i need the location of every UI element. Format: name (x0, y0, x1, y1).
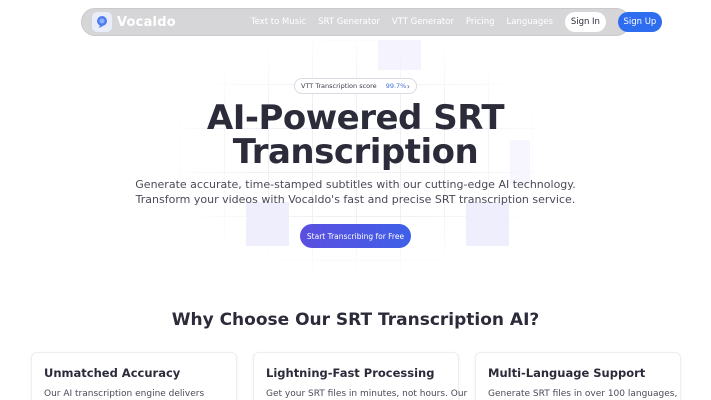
top-navbar: Vocaldo Text to Music SRT Generator VTT … (81, 8, 662, 36)
feature-card-text: Our AI transcription engine delivers (44, 389, 205, 399)
hero-subtitle: Generate accurate, time-stamped subtitle… (0, 178, 711, 207)
why-section-title: Why Choose Our SRT Transcription AI? (171, 310, 540, 330)
feature-card-text: Get your SRT files in minutes, not hours… (266, 389, 468, 399)
feature-card-speed: Lightning-Fast Processing Get your SRT f… (253, 352, 468, 400)
nav-link-vtt-generator[interactable]: VTT Generator (392, 17, 454, 27)
sign-in-button[interactable]: Sign In (564, 12, 606, 32)
nav-links: Text to Music SRT Generator VTT Generato… (251, 17, 565, 27)
hero-title: AI-Powered SRT Transcription (0, 101, 711, 169)
logo-icon (92, 12, 112, 32)
feature-card-text: Generate SRT files in over 100 languages… (488, 389, 678, 399)
grid-highlight-cell (378, 40, 421, 70)
start-transcribing-button[interactable]: Start Transcribing for Free (300, 224, 411, 248)
transcription-score-badge[interactable]: VTT Transcription score 99.7% › (294, 78, 417, 94)
hero-subtitle-line-2: Transform your videos with Vocaldo's fas… (135, 192, 576, 206)
hero-title-line-2: Transcription (232, 132, 479, 172)
hero-title-line-1: AI-Powered SRT (206, 98, 505, 138)
feature-card-accuracy: Unmatched Accuracy Our AI transcription … (31, 352, 237, 400)
nav-link-pricing[interactable]: Pricing (466, 17, 495, 27)
nav-link-languages[interactable]: Languages (507, 17, 553, 27)
sign-up-button[interactable]: Sign Up (617, 12, 662, 32)
feature-card-languages: Multi-Language Support Generate SRT file… (475, 352, 681, 400)
feature-card-title: Lightning-Fast Processing (266, 366, 435, 380)
nav-link-srt-generator[interactable]: SRT Generator (318, 17, 380, 27)
nav-link-text-to-music[interactable]: Text to Music (251, 17, 306, 27)
nav-auth-buttons: Sign In Sign Up (564, 12, 662, 32)
brand-name: Vocaldo (117, 14, 176, 30)
badge-score: 99.7% (385, 82, 407, 90)
grid-highlight-cell (466, 202, 509, 246)
badge-label: VTT Transcription score (301, 82, 377, 90)
feature-card-title: Multi-Language Support (488, 366, 646, 380)
brand-logo[interactable]: Vocaldo (92, 12, 176, 32)
feature-card-title: Unmatched Accuracy (44, 366, 181, 380)
chevron-right-icon: › (406, 81, 410, 91)
grid-highlight-cell (246, 202, 289, 246)
hero-subtitle-line-1: Generate accurate, time-stamped subtitle… (135, 178, 576, 191)
